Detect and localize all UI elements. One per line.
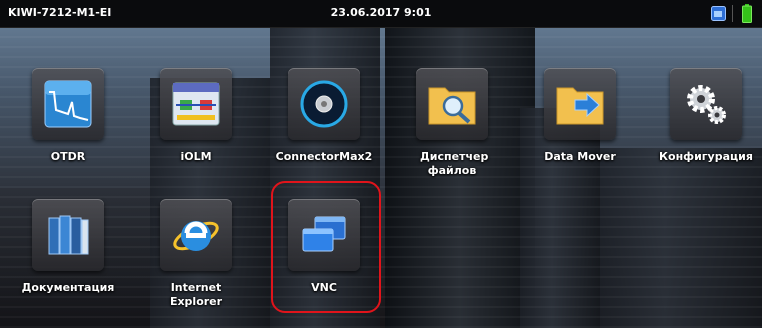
iolm-icon <box>172 82 220 126</box>
internet-explorer-icon <box>173 221 219 251</box>
internet-explorer-tile[interactable] <box>160 199 232 271</box>
gears-icon <box>687 85 726 124</box>
date-time: 23.06.2017 9:01 <box>330 6 432 19</box>
app-otdr[interactable]: OTDR <box>13 68 123 164</box>
app-label: Конфигурация <box>659 150 753 163</box>
app-documentation[interactable]: Документация <box>13 199 123 295</box>
app-configuration[interactable]: Конфигурация <box>651 68 761 164</box>
app-label: iOLM <box>180 150 212 163</box>
status-bar: KIWI-7212-M1-EI 23.06.2017 9:01 <box>0 0 762 28</box>
app-data-mover[interactable]: Data Mover <box>525 68 635 164</box>
app-label: OTDR <box>50 150 86 163</box>
status-separator <box>732 5 733 22</box>
file-manager-tile[interactable] <box>416 68 488 140</box>
network-status-icon[interactable] <box>711 6 726 21</box>
vnc-selection-highlight <box>271 181 381 313</box>
app-label: Data Mover <box>544 150 616 163</box>
app-label: Документация <box>21 281 115 294</box>
app-file-manager[interactable]: Диспетчер файлов <box>397 68 507 178</box>
iolm-tile[interactable] <box>160 68 232 140</box>
app-label: Internet Explorer <box>169 281 223 308</box>
connector-icon <box>300 80 348 128</box>
data-mover-icon <box>556 87 604 125</box>
desktop: KIWI-7212-M1-EI 23.06.2017 9:01 OTDR iOL… <box>0 0 762 328</box>
app-connectormax2[interactable]: ConnectorMax2 <box>269 68 379 164</box>
app-label: Диспетчер файлов <box>420 150 489 177</box>
documentation-tile[interactable] <box>32 199 104 271</box>
books-icon <box>48 215 89 255</box>
otdr-trace-icon <box>44 80 92 128</box>
app-label: ConnectorMax2 <box>275 150 373 163</box>
file-manager-icon <box>428 87 476 125</box>
battery-icon[interactable] <box>742 4 752 23</box>
data-mover-tile[interactable] <box>544 68 616 140</box>
otdr-tile[interactable] <box>32 68 104 140</box>
connectormax2-tile[interactable] <box>288 68 360 140</box>
app-iolm[interactable]: iOLM <box>141 68 251 164</box>
configuration-tile[interactable] <box>670 68 742 140</box>
app-internet-explorer[interactable]: Internet Explorer <box>141 199 251 309</box>
